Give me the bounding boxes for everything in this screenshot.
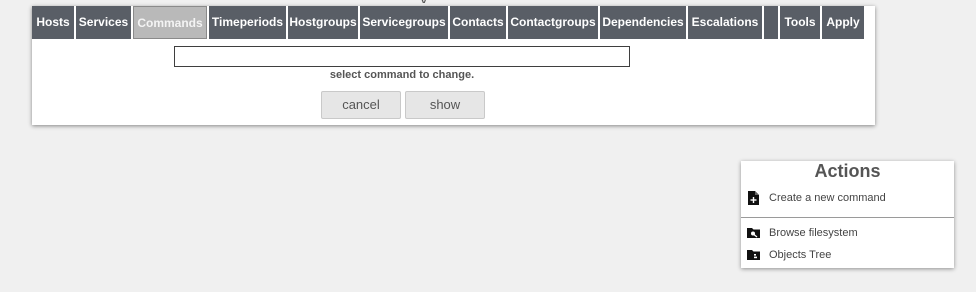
folder-tree-icon xyxy=(747,250,760,260)
tab-spacer[interactable] xyxy=(764,6,778,39)
file-plus-icon xyxy=(748,191,759,205)
actions-divider xyxy=(741,217,954,218)
tab-contacts[interactable]: Contacts xyxy=(450,6,506,39)
command-panel: Hosts Services Commands Timeperiods Host… xyxy=(32,6,875,125)
actions-panel: Actions Create a new command Browse file… xyxy=(741,161,954,268)
objects-tree-label: Objects Tree xyxy=(769,249,832,261)
clipped-heading: y xyxy=(420,0,540,3)
objects-tree-action[interactable]: Objects Tree xyxy=(747,247,831,263)
tab-commands[interactable]: Commands xyxy=(133,6,207,39)
tab-services[interactable]: Services xyxy=(76,6,131,39)
folder-search-icon xyxy=(747,228,760,238)
tab-dependencies[interactable]: Dependencies xyxy=(600,6,686,39)
command-select-hint: select command to change. xyxy=(329,69,475,81)
actions-title: Actions xyxy=(814,161,881,181)
show-button[interactable]: show xyxy=(405,91,485,119)
tab-contactgroups[interactable]: Contactgroups xyxy=(508,6,598,39)
browse-filesystem-action[interactable]: Browse filesystem xyxy=(747,225,858,241)
create-command-label: Create a new command xyxy=(769,192,886,204)
tab-tools[interactable]: Tools xyxy=(780,6,820,39)
tab-timeperiods[interactable]: Timeperiods xyxy=(209,6,286,39)
create-command-action[interactable]: Create a new command xyxy=(747,190,886,206)
browse-filesystem-label: Browse filesystem xyxy=(769,227,858,239)
tab-apply[interactable]: Apply xyxy=(822,6,864,39)
tab-hostgroups[interactable]: Hostgroups xyxy=(288,6,358,39)
main-nav-tabs: Hosts Services Commands Timeperiods Host… xyxy=(32,6,875,39)
tab-servicegroups[interactable]: Servicegroups xyxy=(360,6,448,39)
tab-escalations[interactable]: Escalations xyxy=(688,6,762,39)
command-select-field[interactable] xyxy=(174,46,630,67)
cancel-button[interactable]: cancel xyxy=(321,91,401,119)
tab-hosts[interactable]: Hosts xyxy=(32,6,74,39)
